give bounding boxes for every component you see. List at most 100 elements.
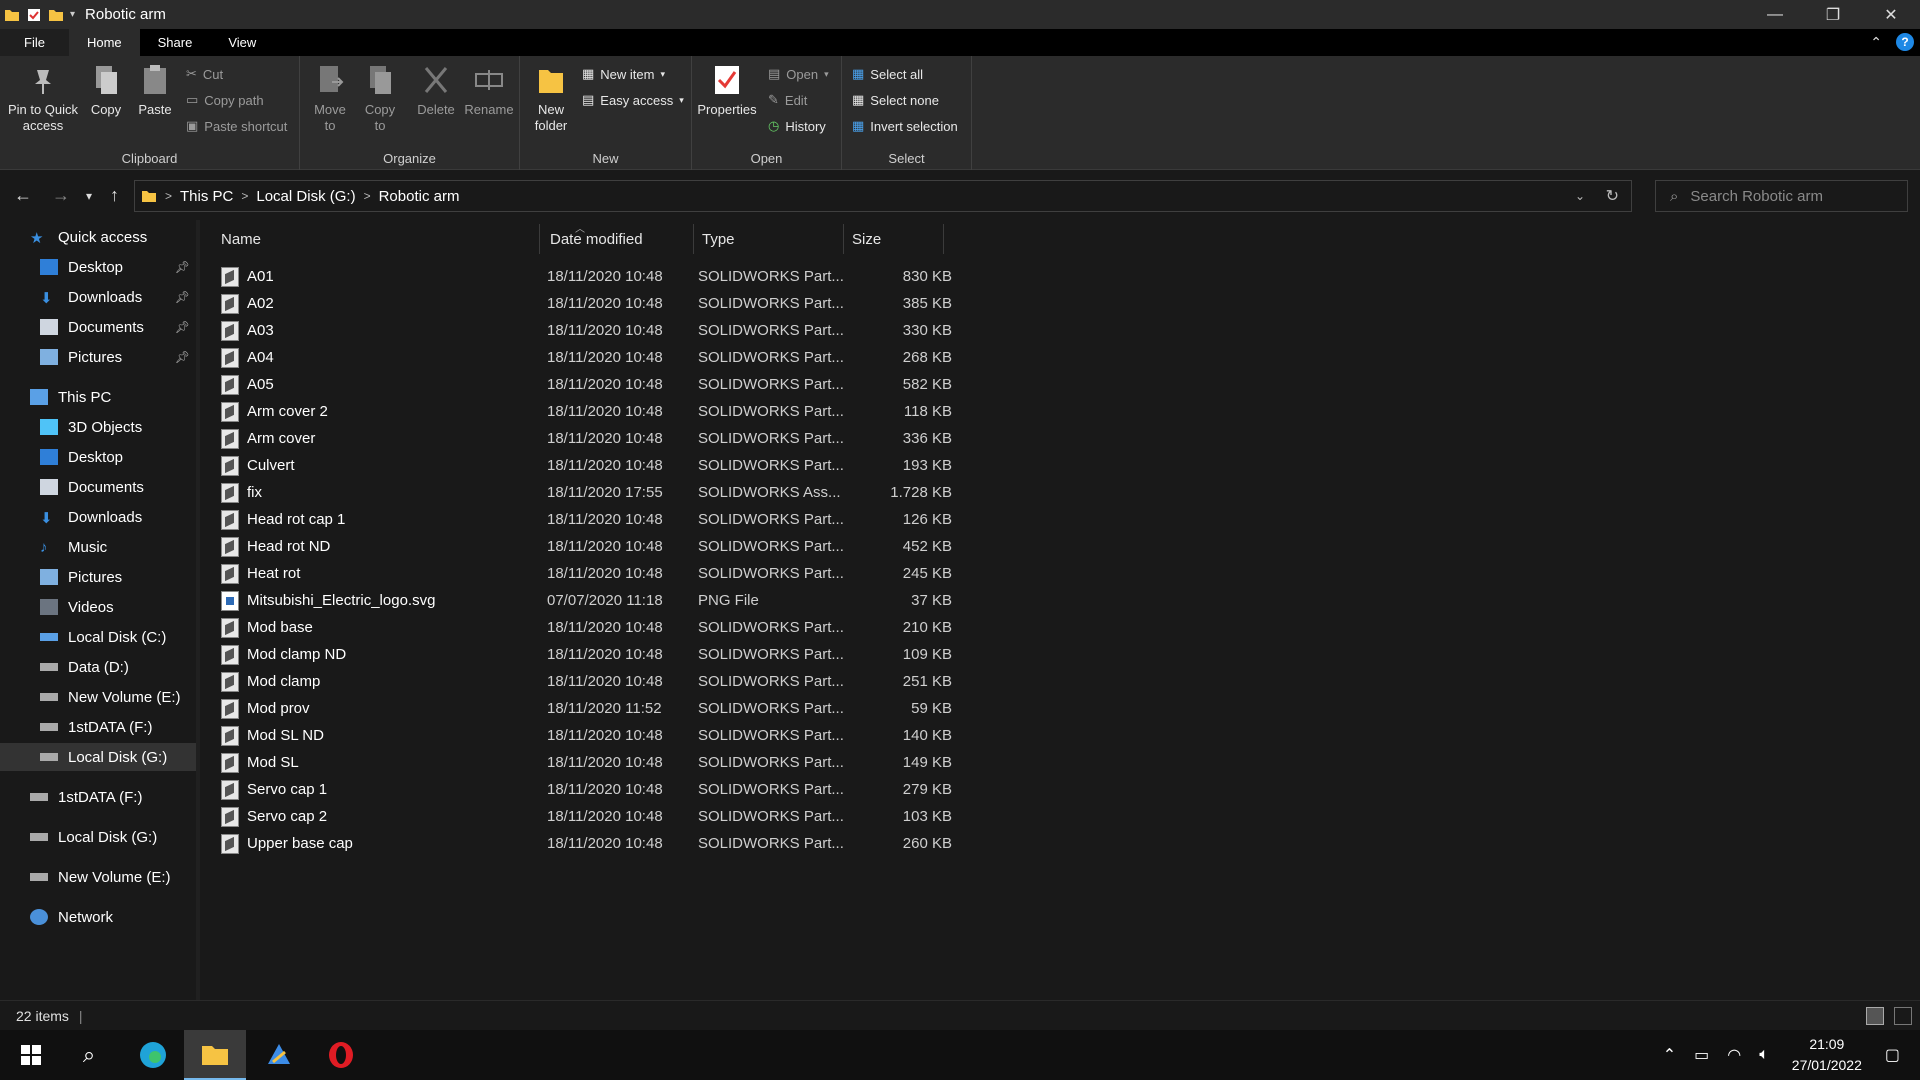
pin-quick-access-button[interactable]: Pin to Quick access: [4, 62, 82, 134]
notifications-icon[interactable]: ▢: [1885, 1045, 1900, 1065]
paste-button[interactable]: Paste: [134, 62, 176, 118]
help-icon[interactable]: ?: [1896, 33, 1914, 51]
clock[interactable]: 21:09 27/01/2022: [1792, 1034, 1862, 1076]
sidebar-item-music[interactable]: ♪ Music: [0, 533, 196, 561]
sidebar-scrollbar[interactable]: [196, 220, 200, 1000]
sidebar-item-this-pc[interactable]: This PC: [0, 383, 196, 411]
battery-icon[interactable]: ▭: [1694, 1045, 1709, 1065]
select-none-button[interactable]: ▦ Select none: [852, 92, 939, 108]
sidebar-item-desktop[interactable]: Desktop 📌︎: [0, 253, 196, 281]
table-row[interactable]: Mod SL ND 18/11/2020 10:48 SOLIDWORKS Part…: [221, 722, 1149, 749]
properties-button[interactable]: Properties: [696, 62, 758, 118]
sidebar-item-pictures[interactable]: Pictures: [0, 563, 196, 591]
history-button[interactable]: ◷ History: [768, 118, 826, 134]
table-row[interactable]: Head rot ND 18/11/2020 10:48 SOLIDWORKS Pa…: [221, 533, 1149, 560]
table-row[interactable]: A03 18/11/2020 10:48 SOLIDWORKS Part... 330…: [221, 317, 1149, 344]
table-row[interactable]: fix 18/11/2020 17:55 SOLIDWORKS Ass... 1.72…: [221, 479, 1149, 506]
recent-locations-icon[interactable]: ▾: [86, 189, 92, 203]
sidebar-item-downloads[interactable]: ⬇ Downloads 📌︎: [0, 283, 196, 311]
new-folder-button[interactable]: New folder: [530, 62, 572, 134]
column-header-type[interactable]: Type: [694, 224, 844, 254]
sidebar-item-desktop[interactable]: Desktop: [0, 443, 196, 471]
back-icon[interactable]: ←: [14, 185, 32, 206]
sidebar-item-data-d[interactable]: Data (D:): [0, 653, 196, 681]
edit-button[interactable]: ✎ Edit: [768, 92, 807, 108]
sidebar-item-3d-objects[interactable]: 3D Objects: [0, 413, 196, 441]
table-row[interactable]: Upper base cap 18/11/2020 10:48 SOLIDWORKS…: [221, 830, 1149, 857]
cut-button[interactable]: ✂ Cut: [186, 66, 223, 82]
file-explorer-taskbar-button[interactable]: [184, 1030, 246, 1080]
new-folder-icon[interactable]: [48, 7, 64, 23]
table-row[interactable]: Mod base 18/11/2020 10:48 SOLIDWORKS Part.…: [221, 614, 1149, 641]
copy-button[interactable]: Copy: [86, 62, 126, 118]
tab-share[interactable]: Share: [140, 29, 211, 56]
tab-home[interactable]: Home: [68, 29, 140, 56]
sidebar-item-quick-access[interactable]: ★ Quick access: [0, 223, 196, 251]
select-all-button[interactable]: ▦ Select all: [852, 66, 923, 82]
large-icons-view-icon[interactable]: [1894, 1007, 1912, 1025]
sidebar-item-downloads[interactable]: ⬇ Downloads: [0, 503, 196, 531]
sidebar-item-documents[interactable]: Documents: [0, 473, 196, 501]
search-button[interactable]: ⌕: [58, 1030, 120, 1080]
table-row[interactable]: Head rot cap 1 18/11/2020 10:48 SOLIDWORKS…: [221, 506, 1149, 533]
restore-icon[interactable]: ❐: [1804, 0, 1862, 29]
column-header-name[interactable]: Name ︿: [204, 224, 585, 254]
sidebar-item-pictures[interactable]: Pictures 📌︎: [0, 343, 196, 371]
forward-icon[interactable]: →: [52, 185, 70, 206]
table-row[interactable]: Culvert 18/11/2020 10:48 SOLIDWORKS Part..…: [221, 452, 1149, 479]
pin-icon[interactable]: 📌︎: [175, 350, 190, 364]
sidebar-item-new-volume-e[interactable]: New Volume (E:): [0, 683, 196, 711]
customize-qat-icon[interactable]: ▾: [70, 9, 75, 20]
table-row[interactable]: A02 18/11/2020 10:48 SOLIDWORKS Part... 385…: [221, 290, 1149, 317]
move-to-button[interactable]: Move to: [310, 62, 350, 134]
collapse-ribbon-icon[interactable]: ⌃: [1870, 34, 1882, 51]
sidebar-item-1stdata-f-drive[interactable]: 1stDATA (F:): [0, 783, 196, 811]
table-row[interactable]: Servo cap 1 18/11/2020 10:48 SOLIDWORKS Pa…: [221, 776, 1149, 803]
table-row[interactable]: A01 18/11/2020 10:48 SOLIDWORKS Part... 830…: [221, 263, 1149, 290]
sidebar-item-videos[interactable]: Videos: [0, 593, 196, 621]
sidebar-item-network[interactable]: Network: [0, 903, 196, 931]
table-row[interactable]: Servo cap 2 18/11/2020 10:48 SOLIDWORKS Pa…: [221, 803, 1149, 830]
address-dropdown-icon[interactable]: ⌄: [1575, 189, 1585, 203]
table-row[interactable]: Arm cover 18/11/2020 10:48 SOLIDWORKS Part…: [221, 425, 1149, 452]
column-header-size[interactable]: Size: [844, 224, 944, 254]
table-row[interactable]: Mitsubishi_Electric_logo.svg 07/07/2020 1…: [221, 587, 1149, 614]
wifi-icon[interactable]: ◠: [1727, 1045, 1741, 1065]
table-row[interactable]: Mod prov 18/11/2020 11:52 SOLIDWORKS Part.…: [221, 695, 1149, 722]
table-row[interactable]: Mod clamp 18/11/2020 10:48 SOLIDWORKS Part…: [221, 668, 1149, 695]
address-bar[interactable]: > This PC > Local Disk (G:) > Robotic ar…: [134, 180, 1632, 212]
table-row[interactable]: Mod SL 18/11/2020 10:48 SOLIDWORKS Part...…: [221, 749, 1149, 776]
new-item-button[interactable]: ▦ New item ▾: [582, 66, 665, 82]
opera-taskbar-button[interactable]: [310, 1030, 372, 1080]
breadcrumb-this-pc[interactable]: This PC: [180, 188, 233, 205]
invert-selection-button[interactable]: ▦ Invert selection: [852, 118, 958, 134]
close-icon[interactable]: ✕: [1862, 0, 1920, 29]
refresh-icon[interactable]: ↻: [1606, 186, 1619, 206]
delete-button[interactable]: Delete: [414, 62, 458, 118]
sidebar-item-1stdata-f[interactable]: 1stDATA (F:): [0, 713, 196, 741]
details-view-icon[interactable]: [1866, 1007, 1884, 1025]
copy-path-button[interactable]: ▭ Copy path: [186, 92, 264, 108]
start-button[interactable]: [0, 1030, 62, 1080]
paste-shortcut-button[interactable]: ▣ Paste shortcut: [186, 118, 287, 134]
rename-button[interactable]: Rename: [464, 62, 514, 118]
sidebar-item-new-volume-e-drive[interactable]: New Volume (E:): [0, 863, 196, 891]
properties-icon[interactable]: [26, 7, 42, 23]
pin-icon[interactable]: 📌︎: [175, 260, 190, 274]
table-row[interactable]: A05 18/11/2020 10:48 SOLIDWORKS Part... 582…: [221, 371, 1149, 398]
sidebar-item-local-disk-g-drive[interactable]: Local Disk (G:): [0, 823, 196, 851]
edge-taskbar-button[interactable]: [122, 1030, 184, 1080]
pin-icon[interactable]: 📌︎: [175, 290, 190, 304]
tab-file[interactable]: File: [0, 29, 69, 56]
sidebar-item-local-disk-g[interactable]: Local Disk (G:): [0, 743, 196, 771]
search-input[interactable]: ⌕ Search Robotic arm: [1655, 180, 1908, 212]
volume-icon[interactable]: 🔈︎: [1759, 1046, 1769, 1064]
sidebar-item-documents[interactable]: Documents 📌︎: [0, 313, 196, 341]
table-row[interactable]: A04 18/11/2020 10:48 SOLIDWORKS Part... 268…: [221, 344, 1149, 371]
up-icon[interactable]: ↑: [110, 185, 119, 206]
app-taskbar-button[interactable]: [248, 1030, 310, 1080]
tab-view[interactable]: View: [210, 29, 274, 56]
column-header-date[interactable]: Date modified: [540, 224, 694, 254]
table-row[interactable]: Mod clamp ND 18/11/2020 10:48 SOLIDWORKS P…: [221, 641, 1149, 668]
table-row[interactable]: Arm cover 2 18/11/2020 10:48 SOLIDWORKS Pa…: [221, 398, 1149, 425]
